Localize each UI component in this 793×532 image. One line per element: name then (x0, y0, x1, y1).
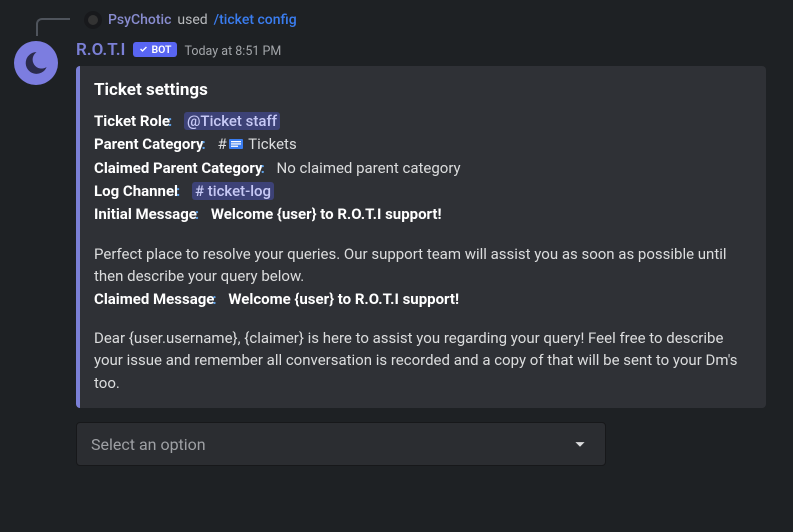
message-container: PsyChotic used /ticket config R.O.T.I BO… (12, 4, 781, 466)
bot-badge: BOT (133, 42, 176, 57)
bot-avatar[interactable] (14, 41, 58, 85)
field-claimed-message: Claimed Message: Welcome {user} to R.O.T… (94, 288, 750, 311)
reply-mini-avatar (84, 11, 102, 29)
parent-category-label: Parent Category (94, 135, 204, 153)
ticket-role-mention[interactable]: @Ticket staff (184, 112, 280, 130)
initial-message-label: Initial Message (94, 205, 197, 223)
log-channel-label: Log Channel (94, 182, 178, 200)
embed-title: Ticket settings (94, 80, 750, 100)
ticket-role-label: Ticket Role (94, 112, 170, 130)
initial-message-paragraph: Perfect place to resolve your queries. O… (94, 243, 750, 288)
claimed-message-paragraph: Dear {user.username}, {claimer} is here … (94, 327, 750, 395)
category-icon (229, 134, 243, 157)
claimed-message-label: Claimed Message (94, 290, 214, 308)
select-menu[interactable]: Select an option (76, 422, 606, 466)
reply-username[interactable]: PsyChotic (108, 12, 171, 28)
field-initial-message: Initial Message: Welcome {user} to R.O.T… (94, 203, 750, 226)
claimed-message-value: Welcome {user} to R.O.T.I support! (228, 290, 459, 308)
reply-command[interactable]: /ticket config (214, 12, 297, 28)
timestamp: Today at 8:51 PM (185, 44, 282, 59)
message-header: R.O.T.I BOT Today at 8:51 PM (76, 40, 781, 60)
field-log-channel: Log Channel: # ticket-log (94, 180, 750, 203)
bot-badge-label: BOT (151, 43, 171, 56)
parent-category-value: Tickets (248, 135, 297, 153)
embed-card: Ticket settings Ticket Role: @Ticket sta… (76, 66, 766, 408)
field-claimed-parent: Claimed Parent Category: No claimed pare… (94, 157, 750, 180)
bot-name[interactable]: R.O.T.I (76, 40, 125, 60)
moon-icon (23, 50, 49, 76)
log-channel-mention[interactable]: # ticket-log (192, 182, 274, 200)
avatar-column (12, 8, 60, 466)
select-placeholder: Select an option (91, 435, 206, 454)
initial-message-value: Welcome {user} to R.O.T.I support! (211, 205, 442, 223)
field-ticket-role: Ticket Role: @Ticket staff (94, 110, 750, 133)
hash-icon: # (217, 135, 226, 153)
field-parent-category: Parent Category: # Tickets (94, 133, 750, 157)
reply-connector-line (36, 18, 70, 36)
content-column: PsyChotic used /ticket config R.O.T.I BO… (76, 8, 781, 466)
reply-line[interactable]: PsyChotic used /ticket config (84, 8, 781, 32)
claimed-parent-label: Claimed Parent Category (94, 159, 263, 177)
reply-used-text: used (177, 12, 207, 28)
user-dot-icon (88, 15, 98, 25)
claimed-parent-value: No claimed parent category (277, 159, 461, 177)
chevron-down-icon (569, 433, 591, 455)
verified-check-icon (138, 44, 149, 55)
